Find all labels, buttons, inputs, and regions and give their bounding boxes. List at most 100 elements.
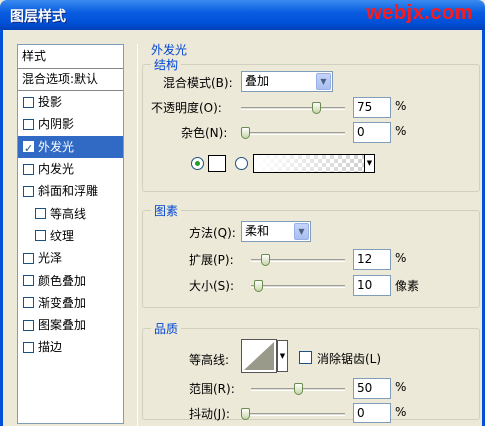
opacity-slider[interactable] [241,102,345,114]
style-item-label: 内发光 [38,162,75,177]
glow-color-swatch[interactable] [208,155,226,172]
style-items: 投影内阴影外发光内发光斜面和浮雕等高线纹理光泽颜色叠加渐变叠加图案叠加描边 [18,91,123,359]
quality-group: 品质 等高线: ▼ 消除锯齿(L) 范围(R): 50 % 抖动(J): 0 % [142,320,480,423]
style-item[interactable]: 颜色叠加 [18,269,123,291]
style-item[interactable]: 外发光 [18,135,123,160]
blend-mode-select[interactable]: 叠加 ▼ [241,71,333,92]
style-item-checkbox[interactable] [23,341,34,353]
gradient-picker[interactable]: ▼ [253,154,375,173]
chevron-down-icon: ▼ [364,155,374,172]
structure-legend: 结构 [151,56,182,73]
style-item[interactable]: 斜面和浮雕 [18,180,123,202]
slider-thumb[interactable] [261,254,270,266]
style-item[interactable]: 内发光 [18,158,123,180]
slider-thumb[interactable] [254,280,263,292]
method-value: 柔和 [245,224,270,238]
chevron-down-icon: ▼ [294,223,309,240]
style-item-label: 等高线 [50,206,87,221]
title-bar[interactable]: 图层样式 webjx.com [0,0,485,30]
size-unit: 像素 [395,279,420,293]
elements-legend: 图素 [151,202,182,219]
spread-input[interactable]: 12 [353,249,391,270]
antialias-checkbox[interactable] [299,351,312,364]
size-label: 大小(S): [189,279,235,293]
range-slider[interactable] [251,383,345,395]
style-item-checkbox[interactable] [23,297,34,309]
range-unit: % [395,380,407,394]
style-item[interactable]: 图案叠加 [18,314,123,336]
style-item-label: 描边 [38,340,63,355]
noise-input[interactable]: 0 [353,122,391,143]
range-input[interactable]: 50 [353,378,391,399]
style-item[interactable]: 渐变叠加 [18,292,123,314]
style-item-checkbox[interactable] [35,208,46,220]
slider-thumb[interactable] [241,408,250,420]
dialog-body: 样式 混合选项:默认 投影内阴影外发光内发光斜面和浮雕等高线纹理光泽颜色叠加渐变… [0,30,485,426]
jitter-input[interactable]: 0 [353,403,391,423]
style-item-label: 内阴影 [38,117,75,132]
spread-slider[interactable] [251,254,345,266]
spread-unit: % [395,251,407,265]
opacity-unit: % [395,99,407,113]
style-item[interactable]: 投影 [18,91,123,113]
style-item-label: 渐变叠加 [38,295,87,310]
style-item[interactable]: 内阴影 [18,113,123,135]
style-list-header[interactable]: 样式 [18,45,123,69]
style-item-checkbox[interactable] [23,319,34,331]
chevron-down-icon: ▼ [277,340,288,372]
blend-mode-value: 叠加 [245,74,270,88]
style-item-checkbox[interactable] [23,96,34,108]
style-item[interactable]: 光泽 [18,247,123,269]
antialias-label[interactable]: 消除锯齿(L) [317,350,381,367]
style-item-label: 图案叠加 [38,318,87,333]
solid-color-radio[interactable] [191,157,204,170]
slider-thumb[interactable] [312,102,321,114]
contour-label: 等高线: [189,353,230,367]
method-select[interactable]: 柔和 ▼ [241,221,311,242]
style-item-label: 光泽 [38,251,63,266]
size-input[interactable]: 10 [353,275,391,296]
contour-curve-icon [244,342,274,370]
jitter-label: 抖动(J): [189,407,230,421]
structure-group: 结构 混合模式(B): 叠加 ▼ 不透明度(O): 75 % 杂色(N): 0 … [142,56,480,192]
style-item[interactable]: 纹理 [18,225,123,247]
window-title: 图层样式 [10,9,66,25]
style-item-label: 外发光 [38,139,75,154]
style-item-label: 投影 [38,95,63,110]
noise-slider[interactable] [241,127,345,139]
method-label: 方法(Q): [189,226,236,240]
style-item[interactable]: 等高线 [18,202,123,224]
slider-thumb[interactable] [294,383,303,395]
jitter-slider[interactable] [241,408,345,420]
style-list: 样式 混合选项:默认 投影内阴影外发光内发光斜面和浮雕等高线纹理光泽颜色叠加渐变… [17,44,124,424]
style-item-checkbox[interactable] [23,252,34,264]
style-item-checkbox[interactable] [23,185,34,197]
gradient-radio[interactable] [235,157,248,170]
chevron-down-icon: ▼ [316,73,331,90]
blend-options-item[interactable]: 混合选项:默认 [18,69,123,91]
style-item-checkbox[interactable] [23,275,34,287]
noise-label: 杂色(N): [181,126,228,140]
range-label: 范围(R): [189,382,235,396]
quality-legend: 品质 [151,320,182,337]
style-item-label: 纹理 [50,228,75,243]
style-item-checkbox[interactable] [23,138,34,160]
slider-thumb[interactable] [241,127,250,139]
outer-glow-panel: 外发光 结构 混合模式(B): 叠加 ▼ 不透明度(O): 75 % 杂色(N)… [137,43,485,426]
spread-label: 扩展(P): [189,253,234,267]
opacity-input[interactable]: 75 [353,97,391,118]
style-item-checkbox[interactable] [35,230,46,242]
watermark: webjx.com [366,2,473,24]
contour-picker[interactable]: ▼ [241,339,288,373]
style-item-checkbox[interactable] [23,163,34,175]
blend-mode-label: 混合模式(B): [163,76,233,90]
elements-group: 图素 方法(Q): 柔和 ▼ 扩展(P): 12 % 大小(S): 10 像素 [142,202,480,308]
size-slider[interactable] [251,280,345,292]
style-item[interactable]: 描边 [18,336,123,358]
style-item-label: 斜面和浮雕 [38,184,99,199]
noise-unit: % [395,124,407,138]
style-item-checkbox[interactable] [23,118,34,130]
opacity-label: 不透明度(O): [151,101,222,115]
jitter-unit: % [395,405,407,419]
style-item-label: 颜色叠加 [38,273,87,288]
